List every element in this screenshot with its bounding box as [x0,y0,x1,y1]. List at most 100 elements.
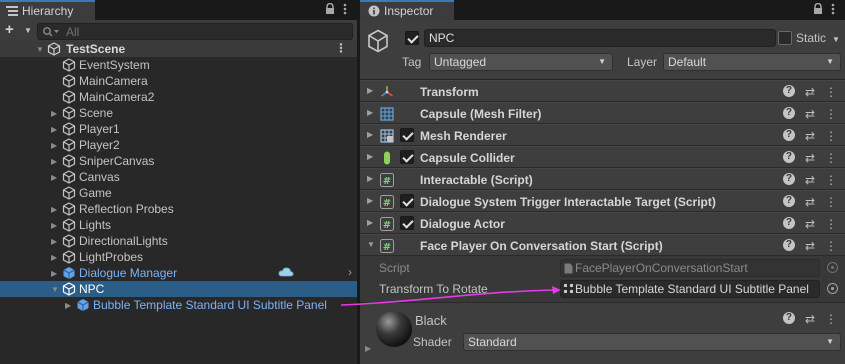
static-checkbox[interactable] [778,31,792,45]
tab-inspector[interactable]: Inspector [360,0,454,20]
preset-icon[interactable]: ⇄ [805,85,815,99]
context-menu-icon[interactable]: ⋮ [825,107,837,121]
fold-right-icon[interactable]: ▶ [51,221,57,230]
fold-right-icon[interactable]: ▶ [51,141,57,150]
help-icon[interactable]: ? [782,151,795,163]
component-header[interactable]: ▼ # Face Player On Conversation Start (Scr… [360,234,845,256]
fold-right-icon[interactable]: ▶ [367,196,373,205]
preset-icon[interactable]: ⇄ [805,129,815,143]
hierarchy-row[interactable]: MainCamera [0,73,357,89]
component-enabled-checkbox[interactable] [400,216,414,230]
hierarchy-search[interactable] [37,23,353,40]
preset-icon[interactable]: ⇄ [805,217,815,231]
lock-icon[interactable] [325,3,335,15]
preset-icon[interactable]: ⇄ [805,107,815,121]
component-header[interactable]: ▶ Transform? ⇄ ⋮ [360,80,845,102]
component-enabled-checkbox[interactable] [400,194,414,208]
fold-right-icon[interactable]: ▶ [51,109,57,118]
fold-right-icon[interactable]: ▶ [367,108,373,117]
hierarchy-row[interactable]: ▶ Bubble Template Standard UI Subtitle Pa… [0,297,357,313]
preset-icon[interactable]: ⇄ [805,195,815,209]
help-icon[interactable]: ? [782,195,795,207]
preset-icon[interactable]: ⇄ [805,151,815,165]
fold-right-icon[interactable]: ▶ [367,152,373,161]
shader-dropdown[interactable]: Standard ▼ [463,333,841,351]
hierarchy-row[interactable]: ▶ Reflection Probes [0,201,357,217]
hierarchy-row[interactable]: ▶ Player2 [0,137,357,153]
hierarchy-row[interactable]: Game [0,185,357,201]
search-input[interactable] [66,25,336,38]
object-name-field[interactable]: NPC [424,29,776,47]
help-icon[interactable]: ? [782,107,795,119]
fold-right-icon[interactable]: ▶ [51,125,57,134]
hierarchy-row[interactable]: ▶ SniperCanvas [0,153,357,169]
create-dropdown-caret-icon[interactable]: ▼ [24,26,32,35]
fold-right-icon[interactable]: ▶ [51,237,57,246]
component-header[interactable]: ▶ # Dialogue System Trigger Interactable T… [360,190,845,212]
panel-menu-icon[interactable] [343,3,347,15]
lock-icon[interactable] [813,3,823,15]
context-menu-icon[interactable]: ⋮ [825,312,837,326]
hierarchy-row[interactable]: ▶ Dialogue Manager › [0,265,357,281]
context-menu-icon[interactable]: ⋮ [825,217,837,231]
panel-menu-icon[interactable] [831,3,835,15]
tab-hierarchy[interactable]: Hierarchy [0,0,95,20]
hierarchy-row[interactable]: ▶ LightProbes [0,249,357,265]
tag-dropdown[interactable]: Untagged ▼ [429,53,613,71]
hierarchy-row[interactable]: ▶ Player1 [0,121,357,137]
preset-icon[interactable]: ⇄ [805,312,815,326]
context-menu-icon[interactable]: ⋮ [825,195,837,209]
transform-to-rotate-field[interactable]: Bubble Template Standard UI Subtitle Pan… [560,280,820,298]
hierarchy-row[interactable]: ▶ Lights [0,217,357,233]
help-icon[interactable]: ? [782,312,795,324]
fold-down-icon[interactable]: ▼ [36,45,44,54]
fold-right-icon[interactable]: ▶ [365,344,371,353]
create-button[interactable]: + [5,22,14,38]
component-header[interactable]: ▶ Capsule Collider? ⇄ ⋮ [360,146,845,168]
object-picker-icon[interactable] [827,283,838,294]
preset-icon[interactable]: ⇄ [805,173,815,187]
component-buttons: ? ⇄ ⋮ [782,151,837,165]
component-header[interactable]: ▶ Mesh Renderer? ⇄ ⋮ [360,124,845,146]
fold-right-icon[interactable]: ▶ [51,205,57,214]
help-icon[interactable]: ? [782,239,795,251]
fold-right-icon[interactable]: ▶ [367,130,373,139]
hierarchy-row[interactable]: ▶ Canvas [0,169,357,185]
fold-right-icon[interactable]: ▶ [65,301,71,310]
help-icon[interactable]: ? [782,129,795,141]
fold-down-icon[interactable]: ▼ [51,285,59,294]
component-enabled-checkbox[interactable] [400,150,414,164]
context-menu-icon[interactable]: ⋮ [825,85,837,99]
hierarchy-row[interactable]: EventSystem [0,57,357,73]
component-enabled-checkbox[interactable] [400,128,414,142]
hierarchy-row[interactable]: ▶ DirectionalLights [0,233,357,249]
scene-row[interactable]: ▼ TestScene ⋮ [0,41,357,57]
hierarchy-row[interactable]: ▶ Scene [0,105,357,121]
help-icon[interactable]: ? [782,173,795,185]
active-checkbox[interactable] [405,31,419,45]
context-menu-icon[interactable]: ⋮ [825,129,837,143]
component-header[interactable]: ▶ # Dialogue Actor? ⇄ ⋮ [360,212,845,234]
hierarchy-row[interactable]: MainCamera2 [0,89,357,105]
help-icon[interactable]: ? [782,217,795,229]
fold-right-icon[interactable]: ▶ [367,86,373,95]
context-menu-icon[interactable]: ⋮ [825,151,837,165]
layer-dropdown[interactable]: Default ▼ [663,53,841,71]
static-dropdown-caret-icon[interactable]: ▼ [832,35,840,44]
context-menu-icon[interactable]: ⋮ [825,173,837,187]
fold-right-icon[interactable]: ▶ [51,253,57,262]
context-menu-icon[interactable]: ⋮ [825,239,837,253]
fold-right-icon[interactable]: ▶ [367,218,373,227]
fold-down-icon[interactable]: ▼ [367,240,375,249]
help-icon[interactable]: ? [782,85,795,97]
component-header[interactable]: ▶ Capsule (Mesh Filter)? ⇄ ⋮ [360,102,845,124]
fold-right-icon[interactable]: ▶ [51,157,57,166]
hierarchy-row[interactable]: ▼ NPC [0,281,357,297]
fold-right-icon[interactable]: ▶ [367,174,373,183]
scene-menu-icon[interactable]: ⋮ [335,41,347,55]
preset-icon[interactable]: ⇄ [805,239,815,253]
component-header[interactable]: ▶ # Interactable (Script)? ⇄ ⋮ [360,168,845,190]
fold-right-icon[interactable]: ▶ [51,269,57,278]
fold-right-icon[interactable]: ▶ [51,173,57,182]
chevron-right-icon[interactable]: › [348,265,352,279]
